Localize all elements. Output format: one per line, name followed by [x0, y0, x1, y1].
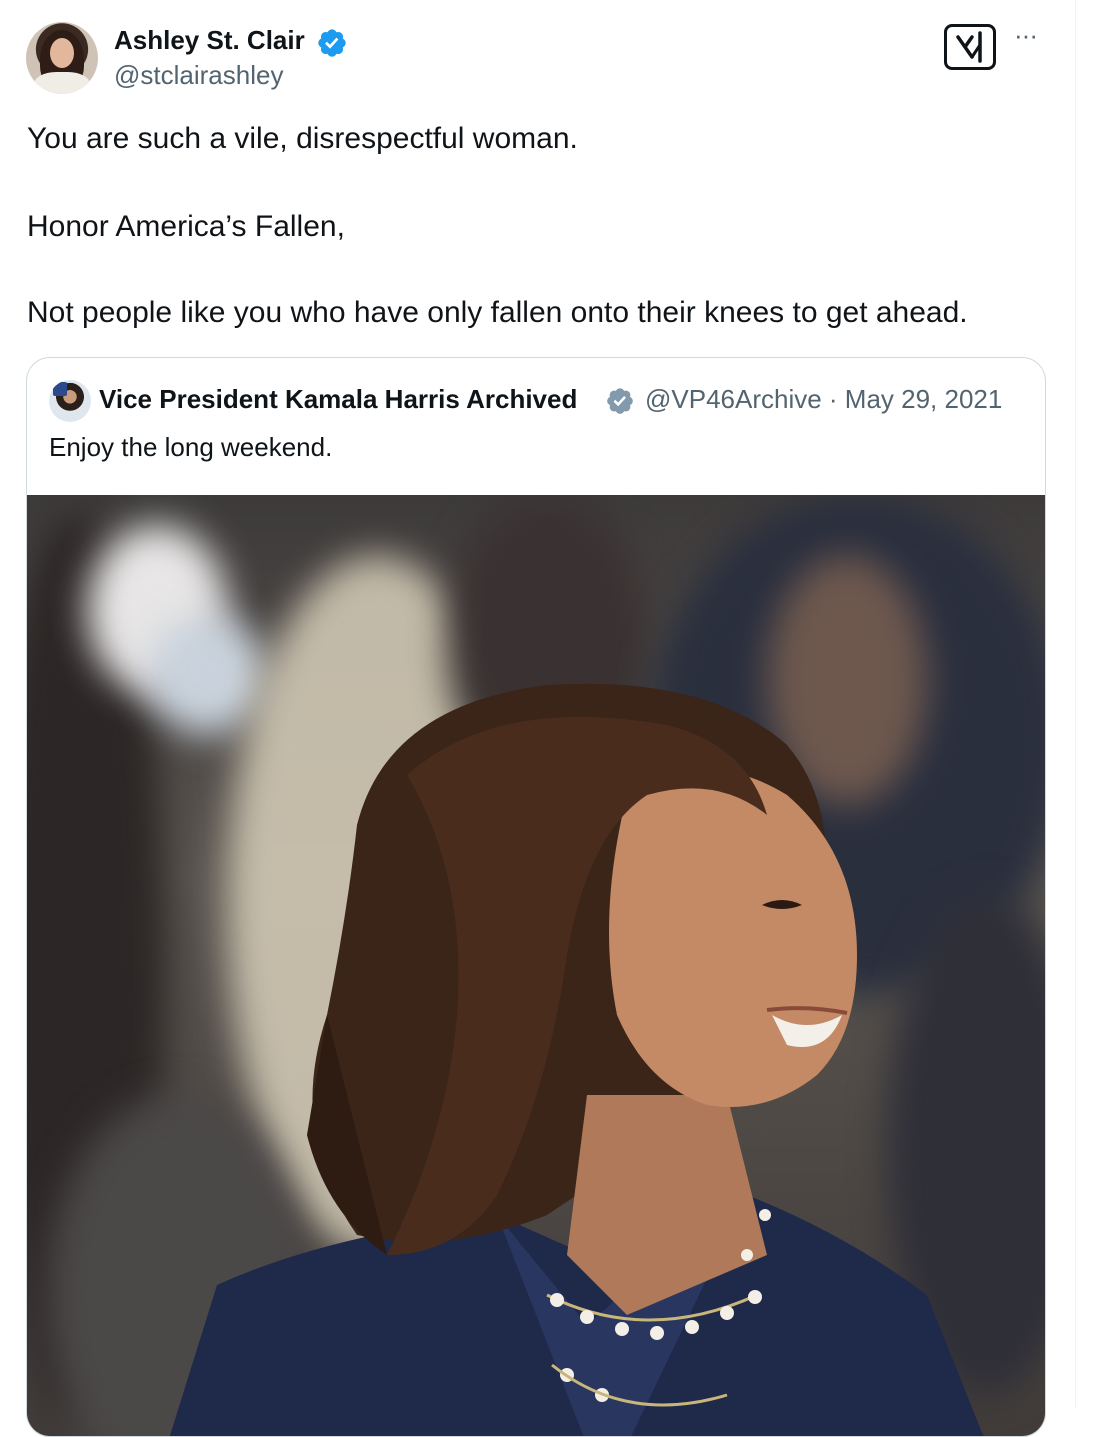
grok-logo-icon[interactable] — [944, 24, 996, 70]
tweet-text-line-2: Honor America’s Fallen, — [27, 210, 345, 243]
tweet-text-line-1: You are such a vile, disrespectful woman… — [27, 122, 578, 155]
quoted-tweet-text: Enjoy the long weekend. — [49, 432, 333, 462]
tweet-text-line-3: Not people like you who have only fallen… — [27, 296, 968, 329]
more-dots-icon[interactable]: ··· — [1014, 22, 1044, 56]
author-handle[interactable]: @stclairashley — [114, 59, 283, 91]
quoted-author-avatar[interactable] — [49, 380, 91, 422]
quoted-author-name[interactable]: Vice President Kamala Harris Archived — [99, 382, 577, 416]
verified-badge-icon — [318, 29, 346, 57]
author-avatar[interactable] — [26, 22, 98, 94]
quoted-tweet-card[interactable]: Vice President Kamala Harris Archived @V… — [26, 357, 1046, 1437]
tweet[interactable]: Ashley St. Clair @stclairashley ··· You … — [0, 0, 1074, 1437]
quoted-tweet-photo[interactable] — [27, 495, 1045, 1436]
quoted-tweet-meta[interactable]: @VP46Archive · May 29, 2021 — [645, 382, 1002, 416]
right-divider — [1075, 0, 1076, 1408]
gray-verified-badge-icon — [607, 388, 633, 414]
author-name[interactable]: Ashley St. Clair — [114, 24, 305, 56]
